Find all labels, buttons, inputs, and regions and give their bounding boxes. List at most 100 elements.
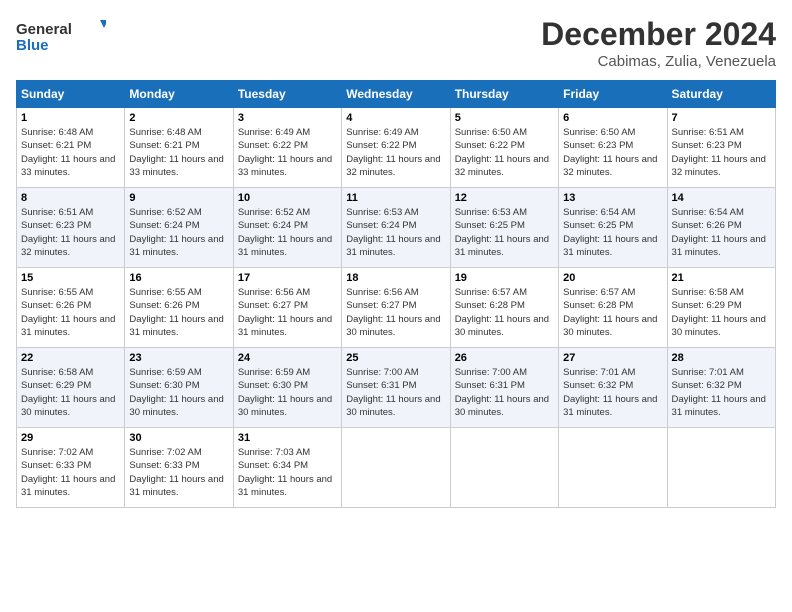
calendar-day-cell: 15 Sunrise: 6:55 AM Sunset: 6:26 PM Dayl… — [17, 268, 125, 348]
day-number: 8 — [21, 192, 120, 204]
calendar-day-header: Saturday — [667, 81, 775, 108]
day-number: 21 — [672, 272, 771, 284]
day-info: Sunrise: 6:55 AM Sunset: 6:26 PM Dayligh… — [21, 286, 120, 339]
day-number: 26 — [455, 352, 554, 364]
calendar-day-header: Monday — [125, 81, 233, 108]
day-number: 7 — [672, 112, 771, 124]
calendar-week-row: 8 Sunrise: 6:51 AM Sunset: 6:23 PM Dayli… — [17, 188, 776, 268]
calendar-day-cell: 1 Sunrise: 6:48 AM Sunset: 6:21 PM Dayli… — [17, 108, 125, 188]
day-info: Sunrise: 6:55 AM Sunset: 6:26 PM Dayligh… — [129, 286, 228, 339]
calendar-day-header: Thursday — [450, 81, 558, 108]
day-number: 18 — [346, 272, 445, 284]
day-number: 31 — [238, 432, 337, 444]
calendar-day-cell: 30 Sunrise: 7:02 AM Sunset: 6:33 PM Dayl… — [125, 428, 233, 508]
calendar-day-cell: 3 Sunrise: 6:49 AM Sunset: 6:22 PM Dayli… — [233, 108, 341, 188]
day-number: 20 — [563, 272, 662, 284]
day-info: Sunrise: 7:02 AM Sunset: 6:33 PM Dayligh… — [129, 446, 228, 499]
day-number: 14 — [672, 192, 771, 204]
day-number: 23 — [129, 352, 228, 364]
svg-text:General: General — [16, 21, 72, 38]
day-info: Sunrise: 6:58 AM Sunset: 6:29 PM Dayligh… — [672, 286, 771, 339]
day-number: 10 — [238, 192, 337, 204]
day-info: Sunrise: 6:56 AM Sunset: 6:27 PM Dayligh… — [346, 286, 445, 339]
calendar-day-cell: 11 Sunrise: 6:53 AM Sunset: 6:24 PM Dayl… — [342, 188, 450, 268]
page-container: General Blue December 2024 Cabimas, Zuli… — [0, 0, 792, 516]
day-info: Sunrise: 6:56 AM Sunset: 6:27 PM Dayligh… — [238, 286, 337, 339]
day-number: 24 — [238, 352, 337, 364]
svg-text:Blue: Blue — [16, 37, 49, 54]
day-number: 5 — [455, 112, 554, 124]
calendar-day-cell: 18 Sunrise: 6:56 AM Sunset: 6:27 PM Dayl… — [342, 268, 450, 348]
day-number: 9 — [129, 192, 228, 204]
calendar-day-cell: 25 Sunrise: 7:00 AM Sunset: 6:31 PM Dayl… — [342, 348, 450, 428]
calendar-day-cell: 6 Sunrise: 6:50 AM Sunset: 6:23 PM Dayli… — [559, 108, 667, 188]
day-number: 28 — [672, 352, 771, 364]
day-info: Sunrise: 7:01 AM Sunset: 6:32 PM Dayligh… — [672, 366, 771, 419]
day-number: 22 — [21, 352, 120, 364]
calendar-day-cell: 12 Sunrise: 6:53 AM Sunset: 6:25 PM Dayl… — [450, 188, 558, 268]
calendar-day-cell: 19 Sunrise: 6:57 AM Sunset: 6:28 PM Dayl… — [450, 268, 558, 348]
calendar-day-cell — [667, 428, 775, 508]
day-info: Sunrise: 6:52 AM Sunset: 6:24 PM Dayligh… — [129, 206, 228, 259]
calendar-day-cell: 23 Sunrise: 6:59 AM Sunset: 6:30 PM Dayl… — [125, 348, 233, 428]
day-number: 12 — [455, 192, 554, 204]
day-number: 11 — [346, 192, 445, 204]
calendar-header-row: SundayMondayTuesdayWednesdayThursdayFrid… — [17, 81, 776, 108]
day-info: Sunrise: 6:51 AM Sunset: 6:23 PM Dayligh… — [672, 126, 771, 179]
day-info: Sunrise: 6:54 AM Sunset: 6:26 PM Dayligh… — [672, 206, 771, 259]
calendar-day-header: Friday — [559, 81, 667, 108]
day-info: Sunrise: 6:48 AM Sunset: 6:21 PM Dayligh… — [21, 126, 120, 179]
calendar-day-cell: 5 Sunrise: 6:50 AM Sunset: 6:22 PM Dayli… — [450, 108, 558, 188]
day-number: 27 — [563, 352, 662, 364]
day-info: Sunrise: 7:00 AM Sunset: 6:31 PM Dayligh… — [346, 366, 445, 419]
calendar-day-cell: 31 Sunrise: 7:03 AM Sunset: 6:34 PM Dayl… — [233, 428, 341, 508]
day-info: Sunrise: 6:48 AM Sunset: 6:21 PM Dayligh… — [129, 126, 228, 179]
calendar-table: SundayMondayTuesdayWednesdayThursdayFrid… — [16, 80, 776, 508]
calendar-day-cell: 29 Sunrise: 7:02 AM Sunset: 6:33 PM Dayl… — [17, 428, 125, 508]
calendar-week-row: 1 Sunrise: 6:48 AM Sunset: 6:21 PM Dayli… — [17, 108, 776, 188]
day-number: 30 — [129, 432, 228, 444]
month-title: December 2024 — [541, 16, 776, 53]
calendar-day-cell: 9 Sunrise: 6:52 AM Sunset: 6:24 PM Dayli… — [125, 188, 233, 268]
day-number: 4 — [346, 112, 445, 124]
day-number: 19 — [455, 272, 554, 284]
day-info: Sunrise: 6:51 AM Sunset: 6:23 PM Dayligh… — [21, 206, 120, 259]
day-info: Sunrise: 6:59 AM Sunset: 6:30 PM Dayligh… — [129, 366, 228, 419]
day-info: Sunrise: 7:00 AM Sunset: 6:31 PM Dayligh… — [455, 366, 554, 419]
calendar-body: 1 Sunrise: 6:48 AM Sunset: 6:21 PM Dayli… — [17, 108, 776, 508]
day-info: Sunrise: 6:49 AM Sunset: 6:22 PM Dayligh… — [346, 126, 445, 179]
calendar-day-header: Sunday — [17, 81, 125, 108]
calendar-day-cell: 21 Sunrise: 6:58 AM Sunset: 6:29 PM Dayl… — [667, 268, 775, 348]
day-number: 2 — [129, 112, 228, 124]
day-info: Sunrise: 6:50 AM Sunset: 6:23 PM Dayligh… — [563, 126, 662, 179]
calendar-day-cell: 7 Sunrise: 6:51 AM Sunset: 6:23 PM Dayli… — [667, 108, 775, 188]
calendar-day-cell: 10 Sunrise: 6:52 AM Sunset: 6:24 PM Dayl… — [233, 188, 341, 268]
day-number: 16 — [129, 272, 228, 284]
calendar-day-cell: 20 Sunrise: 6:57 AM Sunset: 6:28 PM Dayl… — [559, 268, 667, 348]
day-number: 17 — [238, 272, 337, 284]
calendar-day-header: Tuesday — [233, 81, 341, 108]
calendar-day-cell: 4 Sunrise: 6:49 AM Sunset: 6:22 PM Dayli… — [342, 108, 450, 188]
day-number: 1 — [21, 112, 120, 124]
title-block: December 2024 Cabimas, Zulia, Venezuela — [541, 16, 776, 70]
location: Cabimas, Zulia, Venezuela — [541, 53, 776, 70]
day-info: Sunrise: 6:49 AM Sunset: 6:22 PM Dayligh… — [238, 126, 337, 179]
page-header: General Blue December 2024 Cabimas, Zuli… — [16, 16, 776, 70]
calendar-day-cell: 27 Sunrise: 7:01 AM Sunset: 6:32 PM Dayl… — [559, 348, 667, 428]
day-info: Sunrise: 7:02 AM Sunset: 6:33 PM Dayligh… — [21, 446, 120, 499]
day-info: Sunrise: 6:53 AM Sunset: 6:24 PM Dayligh… — [346, 206, 445, 259]
calendar-day-cell: 22 Sunrise: 6:58 AM Sunset: 6:29 PM Dayl… — [17, 348, 125, 428]
calendar-day-cell — [342, 428, 450, 508]
day-number: 15 — [21, 272, 120, 284]
calendar-day-cell: 28 Sunrise: 7:01 AM Sunset: 6:32 PM Dayl… — [667, 348, 775, 428]
day-info: Sunrise: 6:50 AM Sunset: 6:22 PM Dayligh… — [455, 126, 554, 179]
calendar-week-row: 15 Sunrise: 6:55 AM Sunset: 6:26 PM Dayl… — [17, 268, 776, 348]
calendar-day-cell — [559, 428, 667, 508]
day-info: Sunrise: 7:01 AM Sunset: 6:32 PM Dayligh… — [563, 366, 662, 419]
calendar-day-cell: 24 Sunrise: 6:59 AM Sunset: 6:30 PM Dayl… — [233, 348, 341, 428]
calendar-day-cell: 26 Sunrise: 7:00 AM Sunset: 6:31 PM Dayl… — [450, 348, 558, 428]
calendar-day-cell: 2 Sunrise: 6:48 AM Sunset: 6:21 PM Dayli… — [125, 108, 233, 188]
calendar-day-cell: 8 Sunrise: 6:51 AM Sunset: 6:23 PM Dayli… — [17, 188, 125, 268]
day-info: Sunrise: 6:52 AM Sunset: 6:24 PM Dayligh… — [238, 206, 337, 259]
day-info: Sunrise: 6:54 AM Sunset: 6:25 PM Dayligh… — [563, 206, 662, 259]
